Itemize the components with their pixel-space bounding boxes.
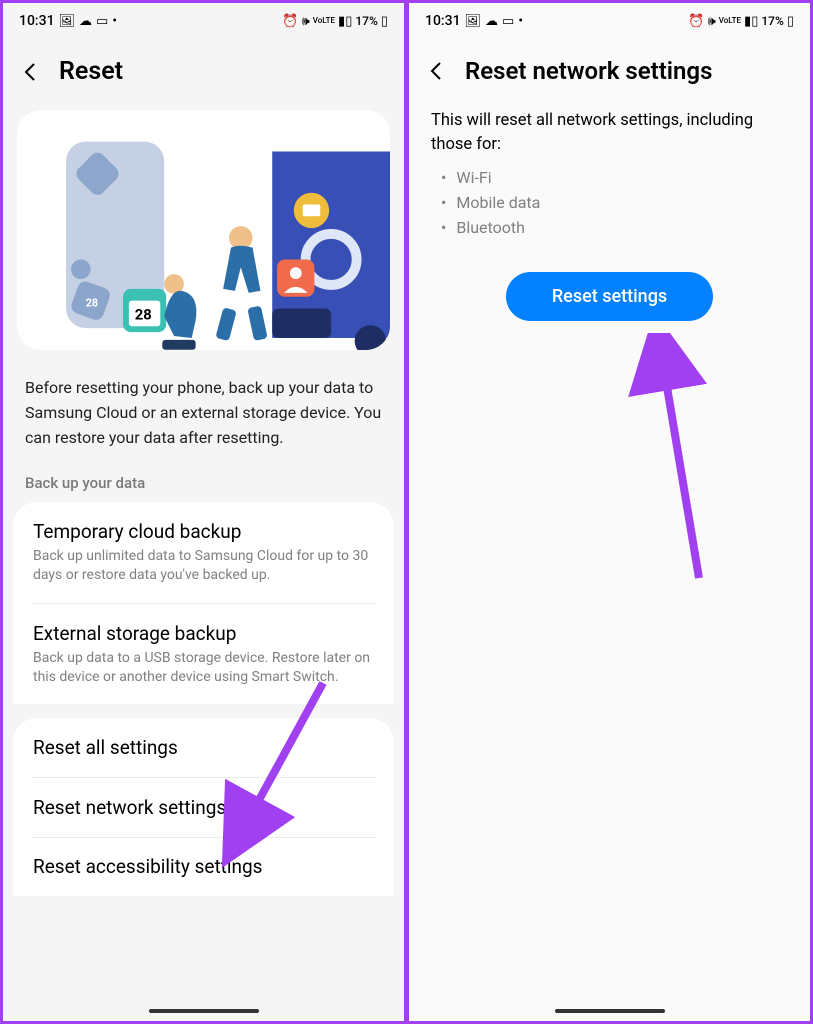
bullet-mobile-data: Mobile data xyxy=(441,190,784,215)
battery-pct: 17% xyxy=(761,14,783,28)
description: This will reset all network settings, in… xyxy=(409,109,810,157)
book-icon: ▭ xyxy=(96,14,108,29)
cloud-icon: ☁ xyxy=(79,14,92,29)
battery-pct: 17% xyxy=(355,14,377,28)
annotation-arrow-icon xyxy=(599,333,719,593)
battery-icon: ▯ xyxy=(787,14,794,29)
status-bar: 10:31 🖼 ☁ ▭ • ⏰ 🕪 VoLTE ▮▯ 17% ▯ xyxy=(409,3,810,39)
item-title: Reset all settings xyxy=(33,736,374,759)
item-title: Temporary cloud backup xyxy=(33,520,374,543)
cloud-icon: ☁ xyxy=(485,14,498,29)
section-label: Back up your data xyxy=(3,464,404,502)
status-time: 10:31 xyxy=(425,13,461,29)
phone-right: 10:31 🖼 ☁ ▭ • ⏰ 🕪 VoLTE ▮▯ 17% ▯ Reset n… xyxy=(405,2,811,1022)
item-temporary-cloud-backup[interactable]: Temporary cloud backup Back up unlimited… xyxy=(13,502,394,603)
item-reset-accessibility-settings[interactable]: Reset accessibility settings xyxy=(13,837,394,896)
home-indicator[interactable] xyxy=(555,1009,665,1013)
wifi-icon: 🕪 xyxy=(708,14,716,29)
page-title: Reset xyxy=(59,57,123,86)
item-sub: Back up data to a USB storage device. Re… xyxy=(33,649,374,687)
intro-text: Before resetting your phone, back up you… xyxy=(3,350,404,464)
item-title: Reset network settings xyxy=(33,796,374,819)
dot-icon: • xyxy=(112,14,117,29)
header: Reset network settings xyxy=(409,39,810,109)
dot-icon: • xyxy=(518,14,523,29)
bullet-wifi: Wi-Fi xyxy=(441,165,784,190)
volte-icon: VoLTE xyxy=(313,17,335,25)
item-reset-all-settings[interactable]: Reset all settings xyxy=(13,718,394,777)
back-icon[interactable] xyxy=(425,59,449,83)
status-bar: 10:31 🖼 ☁ ▭ • ⏰ 🕪 VoLTE ▮▯ 17% ▯ xyxy=(3,3,404,39)
backup-group: Temporary cloud backup Back up unlimited… xyxy=(13,502,394,704)
volte-icon: VoLTE xyxy=(719,17,741,25)
item-title: Reset accessibility settings xyxy=(33,855,374,878)
header: Reset xyxy=(3,39,404,110)
home-indicator[interactable] xyxy=(149,1009,259,1013)
item-title: External storage backup xyxy=(33,622,374,645)
svg-text:28: 28 xyxy=(135,305,152,323)
reset-group: Reset all settings Reset network setting… xyxy=(13,718,394,896)
back-icon[interactable] xyxy=(19,60,43,84)
item-sub: Back up unlimited data to Samsung Cloud … xyxy=(33,547,374,585)
item-external-storage-backup[interactable]: External storage backup Back up data to … xyxy=(13,604,394,705)
hero-illustration: 28 28 xyxy=(17,110,390,350)
battery-icon: ▯ xyxy=(381,14,388,29)
reset-settings-button[interactable]: Reset settings xyxy=(506,272,713,321)
alarm-icon: ⏰ xyxy=(282,14,298,29)
page-title: Reset network settings xyxy=(465,57,712,85)
book-icon: ▭ xyxy=(502,14,514,29)
wifi-icon: 🕪 xyxy=(302,14,310,29)
img-icon: 🖼 xyxy=(59,14,76,29)
signal-icon: ▮▯ xyxy=(744,14,758,29)
bullet-bluetooth: Bluetooth xyxy=(441,215,784,240)
status-time: 10:31 xyxy=(19,13,55,29)
svg-text:28: 28 xyxy=(86,297,98,310)
alarm-icon: ⏰ xyxy=(688,14,704,29)
img-icon: 🖼 xyxy=(465,14,482,29)
item-reset-network-settings[interactable]: Reset network settings xyxy=(13,778,394,837)
bullet-list: Wi-Fi Mobile data Bluetooth xyxy=(409,157,810,240)
signal-icon: ▮▯ xyxy=(338,14,352,29)
phone-left: 10:31 🖼 ☁ ▭ • ⏰ 🕪 VoLTE ▮▯ 17% ▯ Reset 2… xyxy=(2,2,405,1022)
